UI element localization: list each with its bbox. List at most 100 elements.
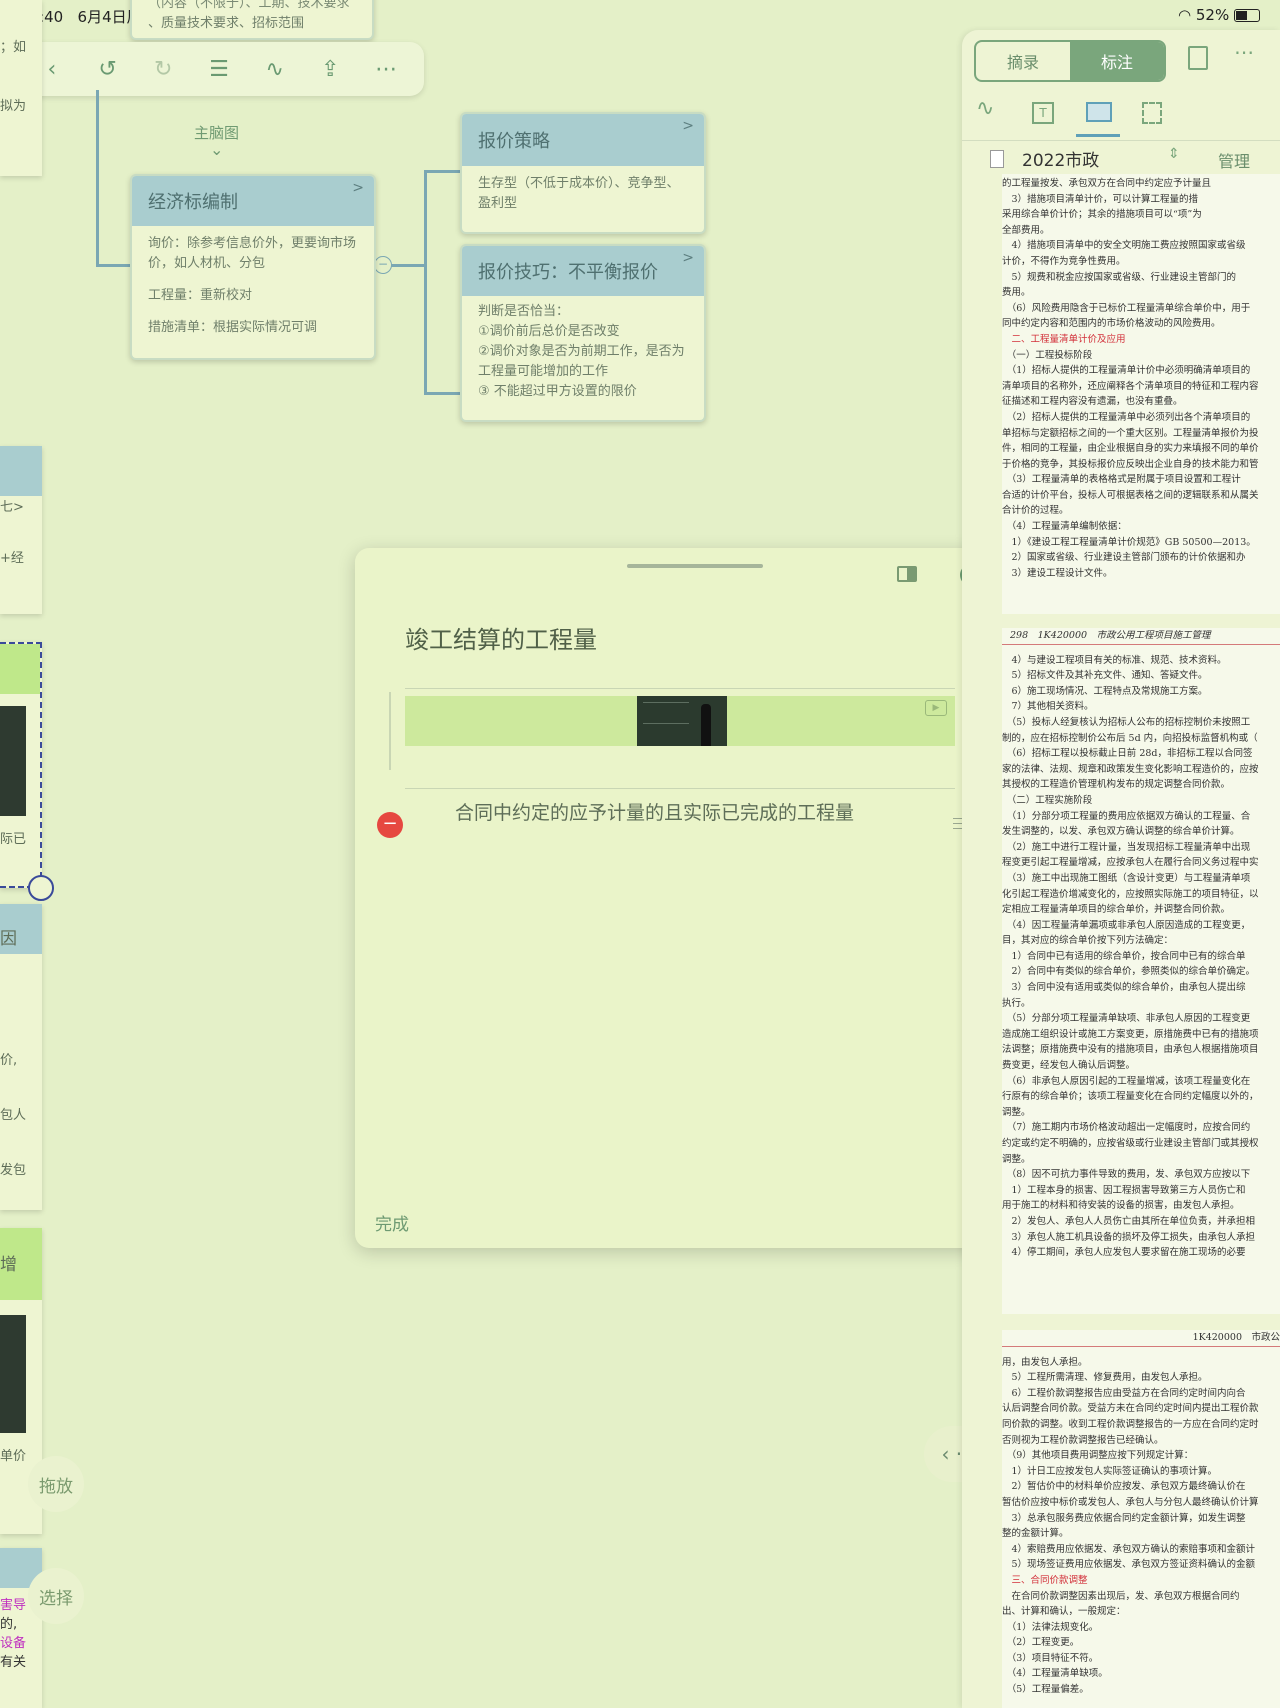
play-icon[interactable]: ▶ [925, 700, 947, 716]
doc-line: （6）风险费用隐含于已标价工程量清单综合单价中，用于 [1002, 302, 1251, 314]
doc-line: （3）项目特征不符。 [1002, 1652, 1099, 1664]
doc-line: （3）施工中出现施工图纸（含设计变更）与工程量清单项 [1002, 872, 1251, 884]
doc-line: 4）停工期间，承包人应发包人要求留在施工现场的必要 [1002, 1247, 1246, 1259]
doc-line: （8）因不可抗力事件导致的费用，发、承包双方应按以下 [1002, 1169, 1251, 1181]
tab-excerpt[interactable]: 摘录 [976, 42, 1070, 80]
chevron-right-icon[interactable]: > [352, 180, 364, 196]
sidebar-toggle-icon[interactable] [897, 566, 917, 582]
node-line: ③ 不能超过甲方设置的限价 [478, 384, 637, 399]
freehand-icon[interactable]: ∿ [976, 96, 994, 121]
chevron-right-icon[interactable]: > [682, 118, 694, 134]
text-box-icon[interactable]: T [1032, 102, 1054, 124]
more-icon[interactable]: ⋯ [372, 55, 400, 83]
doc-line: （2）招标人提供的工程量清单中必须列出各个清单项目的 [1002, 411, 1251, 423]
node-line: ①调价前后总价是否改变 [478, 324, 620, 339]
left-card-1[interactable]: ；如 拟为 [0, 0, 42, 176]
connector [96, 264, 132, 267]
doc-line: 单招标与定额招标之间的一个重大区别。工程量清单报价为投 [1002, 427, 1259, 439]
top-toolbar: ‹ ↺ ↻ ☰ ∿ ⇪ ⋯ [14, 42, 424, 96]
doc-line: 4）索赔费用应依据发、承包双方确认的索赔事项和金额计 [1002, 1543, 1256, 1555]
doc-line: （2）工程变更。 [1002, 1637, 1080, 1649]
mindmap-node-pricing-strategy[interactable]: 报价策略 > 生存型（不低于成本价）、竞争型、盈利型 [460, 112, 706, 234]
undo-icon[interactable]: ↺ [94, 55, 122, 83]
done-button[interactable]: 完成 [375, 1210, 409, 1235]
chevron-right-icon[interactable]: > [682, 250, 694, 266]
doc-line: 制的，应在招标控制价公布后 5d 内，向招投标监督机构或（ [1002, 732, 1258, 744]
doc-line: 5）规费和税金应按国家或省级、行业建设主管部门的 [1002, 271, 1237, 283]
drag-grip[interactable] [627, 564, 763, 568]
doc-line: 化引起工程造价增减变化的，应按照实际施工的项目特征，以 [1002, 888, 1259, 900]
book-icon[interactable] [1188, 46, 1208, 70]
doc-line: 调整。 [1002, 1106, 1031, 1118]
video-thumbnail [637, 696, 727, 746]
doc-line: 出、计算和确认，一般规定： [1002, 1606, 1126, 1618]
share-icon[interactable]: ⇪ [316, 55, 344, 83]
connector [424, 392, 464, 395]
image-snip-icon[interactable] [1086, 102, 1112, 122]
redo-icon[interactable]: ↻ [149, 55, 177, 83]
doc-line: 同中约定内容和范围内的市场价格波动的风险费用。 [1002, 318, 1221, 330]
left-card-2[interactable]: 七> +经 [0, 446, 42, 614]
doc-title[interactable]: 2022市政 [1022, 146, 1099, 171]
mindmap-node-pricing-technique[interactable]: 报价技巧：不平衡报价 > 判断是否恰当： ①调价前后总价是否改变 ②调价对象是否… [460, 244, 706, 422]
node-title: 报价策略 [478, 131, 550, 152]
tab-annotate[interactable]: 标注 [1070, 42, 1164, 80]
chevron-down-icon[interactable]: ⌄ [210, 140, 223, 159]
battery-icon [1234, 9, 1260, 22]
doc-line: （5）工程量偏差。 [1002, 1684, 1089, 1696]
doc-line: 件，相同的工程量，由企业根据自身的实力来填报不同的单价 [1002, 443, 1259, 455]
doc-line: 造成施工组织设计或施工方案变更，原措施费中已有的措施项 [1002, 1028, 1259, 1040]
drag-drop-button[interactable]: 拖放 [28, 1456, 84, 1512]
card-answer[interactable]: 合同中约定的应予计量的且实际已完成的工程量 [455, 798, 854, 825]
card-question[interactable]: 竣工结算的工程量 [405, 620, 597, 655]
doc-line: （5）投标人经复核认为招标人公布的招标控制价未按照工 [1002, 716, 1251, 728]
node-line: ②调价对象是否为前期工作，是否为工程量可能增加的工作 [478, 344, 685, 379]
doc-line: 2）国家或省级、行业建设主管部门颁布的计价依据和办 [1002, 552, 1246, 564]
brush-icon[interactable]: ∿ [261, 55, 289, 83]
doc-line: 采用综合单价计价；其余的措施项目可以“项”为 [1002, 209, 1202, 221]
sort-icon[interactable]: ⇕ [1168, 146, 1180, 162]
doc-line: 7）其他相关资料。 [1002, 701, 1094, 713]
doc-line: （5）分部分项工程量清单缺项、非承包人原因的工程变更 [1002, 1013, 1251, 1025]
remove-answer-button[interactable]: − [377, 812, 403, 838]
back-icon[interactable]: ‹ [38, 55, 66, 83]
doc-line: （1）分部分项工程量的费用应依据双方确认的工程量、合 [1002, 810, 1251, 822]
more-icon[interactable]: ⋯ [1234, 40, 1254, 64]
doc-line: 在合同价款调整因素出现后，发、承包双方根据合同约 [1002, 1590, 1240, 1602]
collapse-icon[interactable]: − [374, 256, 392, 274]
divider [405, 788, 955, 789]
doc-line: 整的金额计算。 [1002, 1528, 1069, 1540]
mindmap-node-central[interactable]: 经济标编制 > 询价：除参考信息价外，更要询市场价，如人材机、分包 工程量：重新… [130, 174, 376, 360]
area-select-icon[interactable] [1142, 102, 1162, 124]
doc-line: 程变更引起工程量增减，应按承包人在履行合同义务过程中实 [1002, 857, 1259, 869]
manage-button[interactable]: 管理 [1218, 148, 1250, 172]
doc-line: 调整。 [1002, 1153, 1031, 1165]
doc-line: 用于施工的材料和待安装的设备的损害，由发包人承担。 [1002, 1200, 1240, 1212]
doc-line: 合适的计价平台，投标人可根据表格之间的逻辑联系和从属关 [1002, 489, 1259, 501]
doc-line: 合计价的过程。 [1002, 505, 1069, 517]
node-line: 判断是否恰当： [478, 304, 570, 319]
left-card-5[interactable]: 害导 的, 设备 有关 [0, 1548, 42, 1708]
select-button[interactable]: 选择 [28, 1568, 84, 1624]
page-header: 1K420000 市政公 [1002, 1330, 1280, 1347]
doc-line: 目，其对应的综合单价按下列方法确定： [1002, 935, 1174, 947]
doc-line: 法调整；原措施费中没有的措施项目，由承包人根据措施项目 [1002, 1044, 1259, 1056]
outline-list-icon[interactable]: ☰ [205, 55, 233, 83]
doc-line: （4）工程量清单编制依据： [1002, 521, 1127, 533]
left-card-3[interactable]: 因 价, 包人 发包 [0, 904, 42, 1210]
doc-line: 三、合同价款调整 [1002, 1574, 1088, 1586]
doc-line: 全部费用。 [1002, 224, 1050, 236]
left-card-selected[interactable]: 际已 [0, 642, 42, 888]
doc-line: 的工程量按发、承包双方在合同中约定应予计量且 [1002, 178, 1212, 189]
doc-line: 暂估价应按中标价或发包人、承包人与分包人最终确认价计算 [1002, 1496, 1259, 1508]
doc-line: 2）合同中有类似的综合单价，参照类似的综合单价确定。 [1002, 966, 1256, 978]
doc-line: 发生调整的，以发、承包双方确认调整的综合单价计算。 [1002, 826, 1240, 838]
node-item: 询价：除参考信息价外，更要询市场价，如人材机、分包 [148, 236, 357, 271]
panel-tabs: 摘录 标注 [974, 40, 1166, 82]
resize-handle-icon[interactable] [28, 875, 54, 901]
doc-line: 费变更，经发包人确认后调整。 [1002, 1060, 1136, 1072]
partial-node-top[interactable]: （内容（不限于）、工期、技术要求 、质量技术要求、招标范围 [130, 0, 374, 40]
node-title: 经济标编制 [148, 192, 238, 213]
video-excerpt[interactable]: ▶ [405, 696, 955, 746]
doc-line: 1）合同中已有适用的综合单价，按合同中已有的综合单 [1002, 950, 1246, 962]
